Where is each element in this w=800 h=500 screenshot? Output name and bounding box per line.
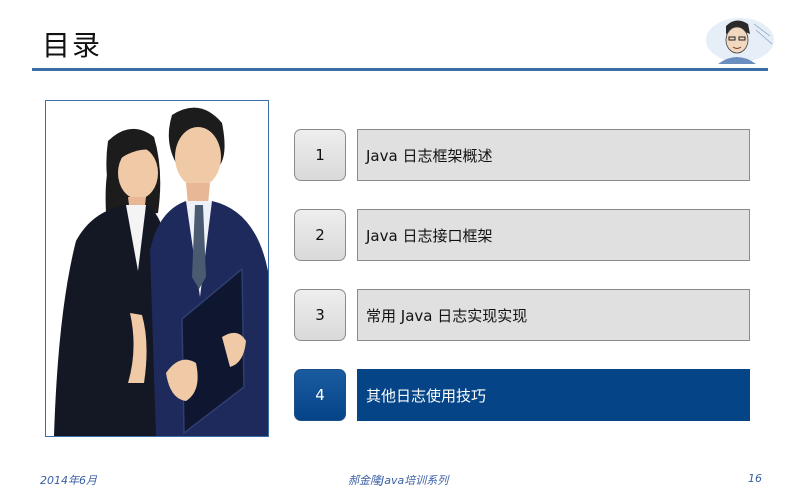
- business-people-illustration: [45, 100, 269, 437]
- toc-item-number: 4: [294, 369, 346, 421]
- toc-item-2[interactable]: 2 Java 日志接口框架: [294, 209, 750, 261]
- toc-item-3[interactable]: 3 常用 Java 日志实现实现: [294, 289, 750, 341]
- presenter-avatar-icon: [706, 18, 774, 64]
- footer-date: 2014年6月: [40, 474, 97, 487]
- footer-series-title: 郝金隆Java培训系列: [348, 474, 449, 487]
- toc-item-label: 其他日志使用技巧: [357, 369, 750, 421]
- toc-item-label: Java 日志框架概述: [357, 129, 750, 181]
- slide-title: 目录: [42, 29, 103, 62]
- title-divider: [32, 68, 768, 71]
- toc-item-label: 常用 Java 日志实现实现: [357, 289, 750, 341]
- toc-item-number: 1: [294, 129, 346, 181]
- toc-item-number: 2: [294, 209, 346, 261]
- toc-item-4[interactable]: 4 其他日志使用技巧: [294, 369, 750, 421]
- business-people-icon: [54, 107, 268, 436]
- toc-item-label: Java 日志接口框架: [357, 209, 750, 261]
- toc-item-number: 3: [294, 289, 346, 341]
- footer-page-number: 16: [748, 472, 762, 485]
- toc-item-1[interactable]: 1 Java 日志框架概述: [294, 129, 750, 181]
